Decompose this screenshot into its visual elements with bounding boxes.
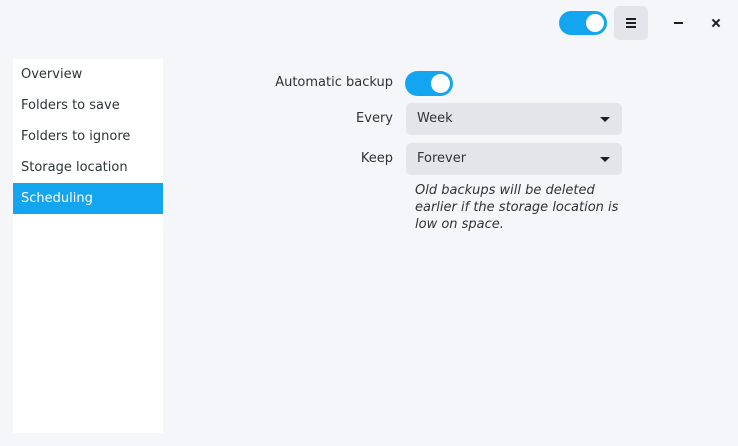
keep-value: Forever bbox=[417, 151, 467, 166]
every-value: Week bbox=[417, 111, 453, 126]
keep-dropdown[interactable]: Forever bbox=[406, 143, 622, 175]
header-bar bbox=[0, 0, 738, 46]
header-toggle-switch[interactable] bbox=[559, 11, 607, 35]
dropdown-arrow-icon bbox=[600, 117, 610, 122]
sidebar-item-storage-location[interactable]: Storage location bbox=[13, 152, 163, 183]
minimize-button[interactable] bbox=[666, 11, 690, 35]
deletion-note: Old backups will be deleted earlier if t… bbox=[415, 183, 619, 232]
every-label: Every bbox=[356, 111, 393, 126]
app-window: Overview Folders to save Folders to igno… bbox=[0, 0, 738, 446]
sidebar-item-folders-to-ignore[interactable]: Folders to ignore bbox=[13, 121, 163, 152]
sidebar: Overview Folders to save Folders to igno… bbox=[13, 59, 163, 433]
automatic-backup-label: Automatic backup bbox=[275, 75, 393, 90]
automatic-backup-switch[interactable] bbox=[405, 71, 453, 96]
hamburger-menu-icon bbox=[626, 18, 636, 28]
switch-knob bbox=[431, 74, 450, 93]
close-button[interactable] bbox=[704, 11, 728, 35]
main-menu-button[interactable] bbox=[614, 6, 648, 40]
dropdown-arrow-icon bbox=[600, 157, 610, 162]
sidebar-item-scheduling[interactable]: Scheduling bbox=[13, 183, 163, 214]
every-dropdown[interactable]: Week bbox=[406, 103, 622, 135]
minimize-icon bbox=[674, 22, 683, 24]
toggle-knob bbox=[586, 14, 604, 32]
sidebar-item-overview[interactable]: Overview bbox=[13, 59, 163, 90]
keep-label: Keep bbox=[360, 151, 393, 166]
sidebar-item-folders-to-save[interactable]: Folders to save bbox=[13, 90, 163, 121]
